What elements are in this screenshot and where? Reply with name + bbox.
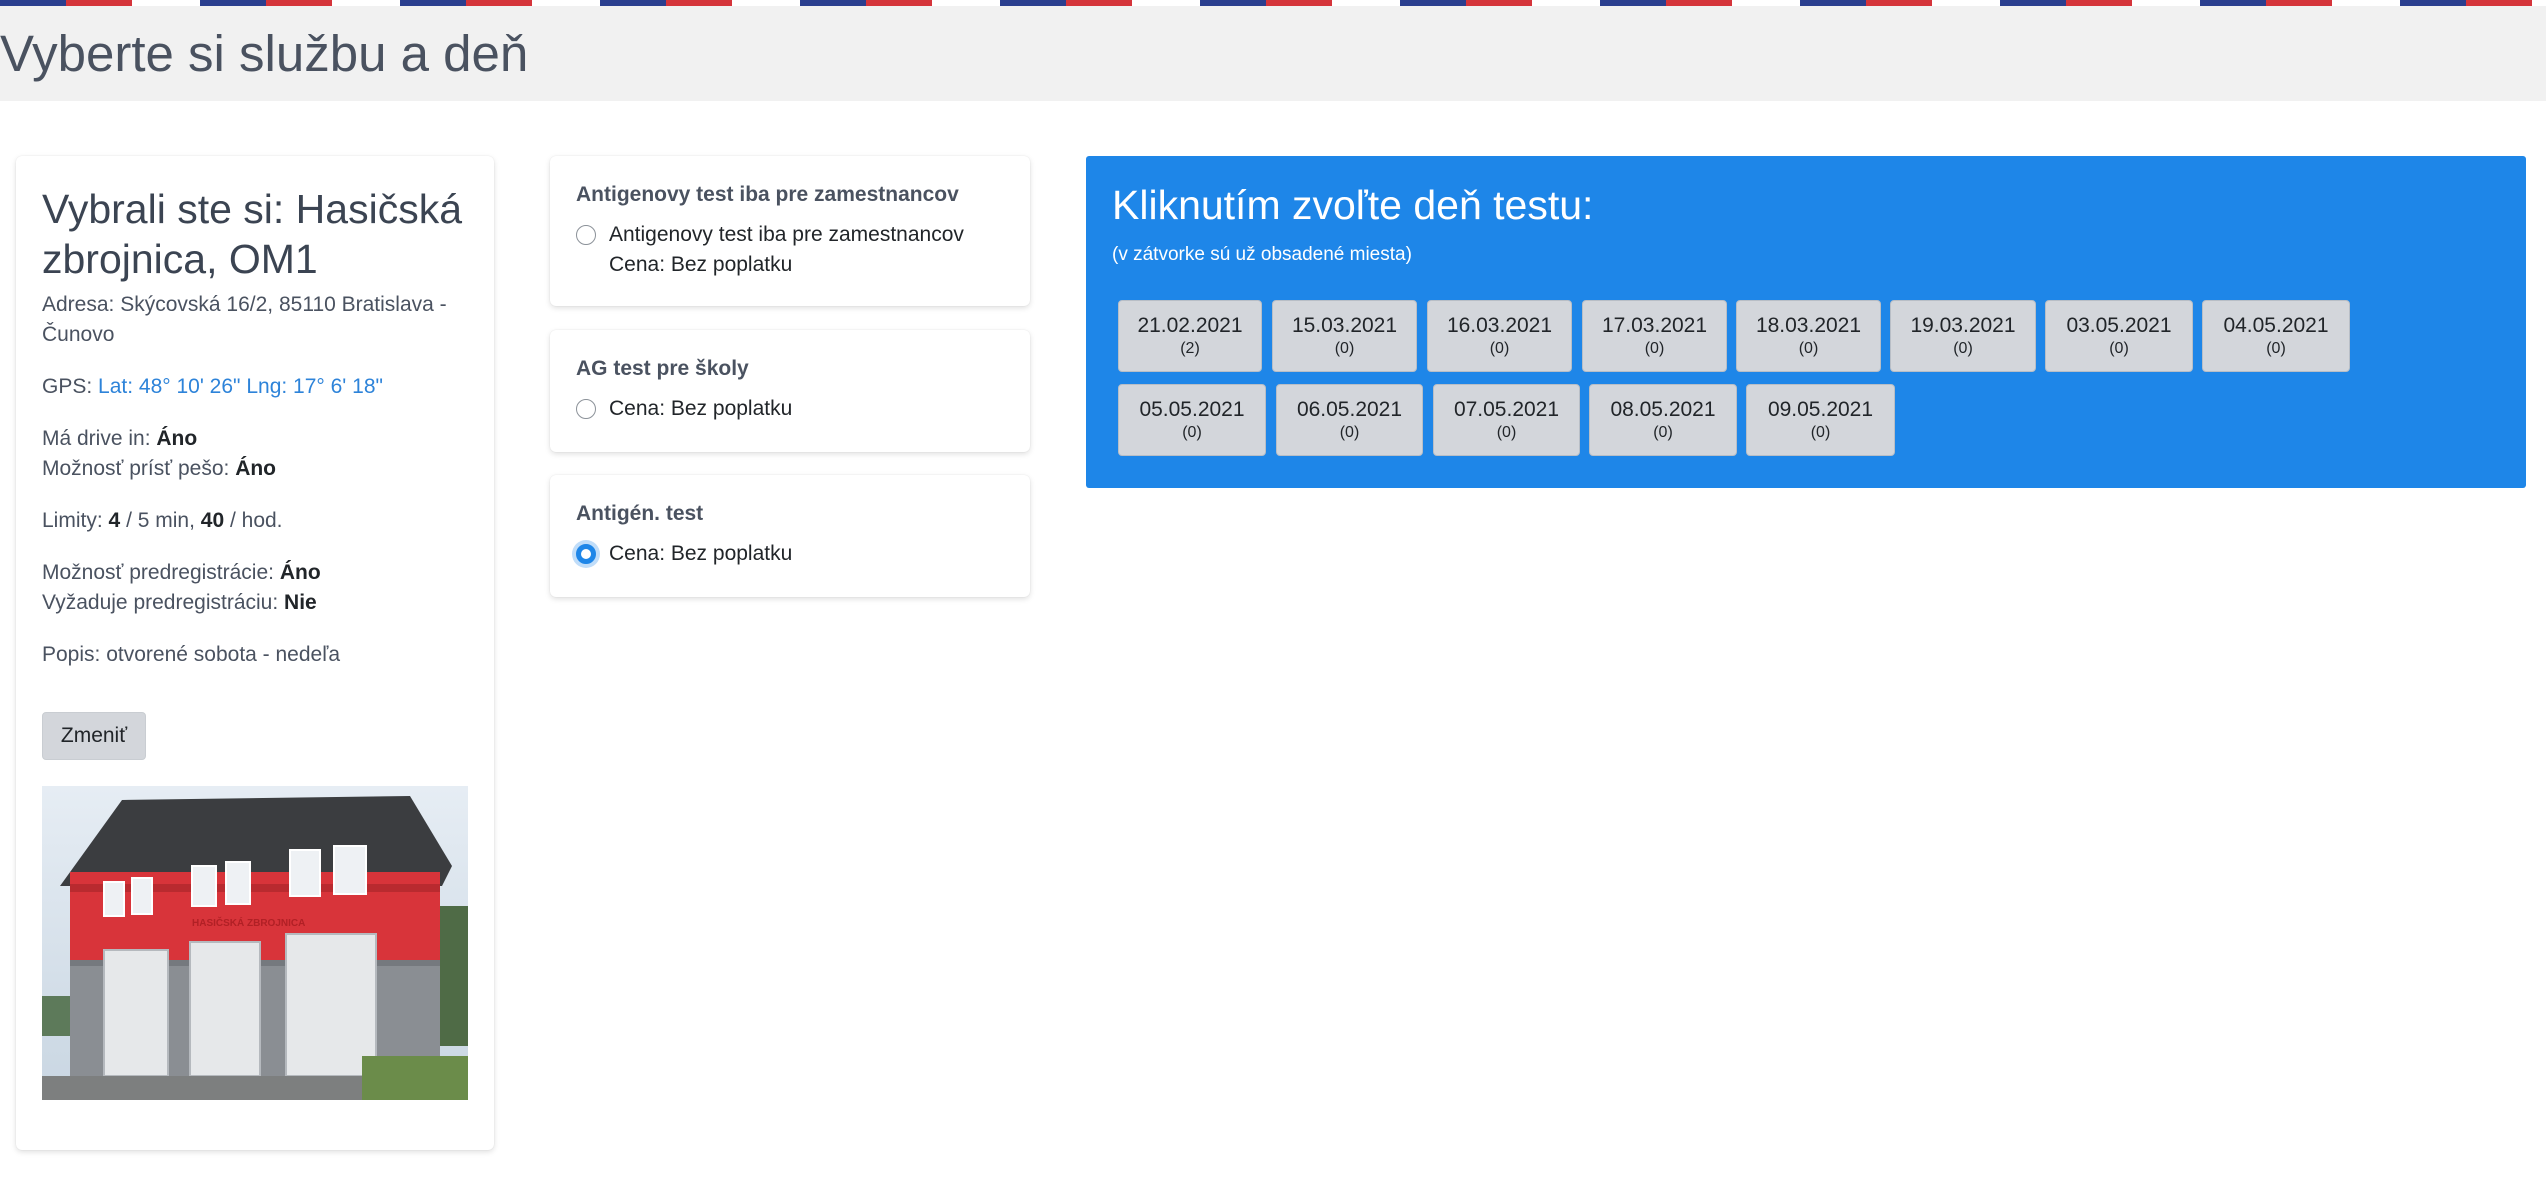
day-date: 08.05.2021	[1610, 398, 1716, 421]
service-option-price[interactable]: Cena: Bez poplatku	[609, 394, 792, 424]
service-card-schools: AG test pre školy Cena: Bez poplatku	[550, 330, 1030, 452]
limits-label: Limity:	[42, 509, 103, 532]
day-booked-count: (2)	[1180, 340, 1200, 357]
day-booked-count: (0)	[2266, 340, 2286, 357]
day-date: 03.05.2021	[2066, 314, 2172, 337]
description-value: otvorené sobota - nedeľa	[106, 643, 341, 666]
day-button[interactable]: 08.05.2021 (0)	[1589, 384, 1737, 456]
service-radio-antigen[interactable]	[576, 544, 596, 564]
service-card-employees: Antigenovy test iba pre zamestnancov Ant…	[550, 156, 1030, 306]
drive-in-label: Má drive in:	[42, 427, 151, 450]
service-option-label[interactable]: Antigenovy test iba pre zamestnancov Cen…	[609, 220, 964, 280]
description-line: Popis: otvorené sobota - nedeľa	[42, 640, 340, 670]
address-value: Skýcovská 16/2, 85110 Bratislava -	[120, 293, 447, 316]
day-selection-panel: Kliknutím zvoľte deň testu: (v zátvorke …	[1086, 156, 2526, 488]
day-date: 21.02.2021	[1137, 314, 1243, 337]
day-booked-count: (0)	[1953, 340, 1973, 357]
service-radio-schools[interactable]	[576, 399, 596, 419]
prereg-label: Možnosť predregistrácie:	[42, 561, 274, 584]
gps-line: GPS: Lat: 48° 10' 26" Lng: 17° 6' 18"	[42, 372, 383, 402]
day-booked-count: (0)	[1798, 340, 1819, 357]
day-date: 07.05.2021	[1453, 398, 1560, 421]
limits-mid: / 5 min,	[126, 509, 195, 532]
day-date: 05.05.2021	[1139, 398, 1245, 421]
day-button[interactable]: 19.03.2021 (0)	[1890, 300, 2036, 372]
service-title: Antigén. test	[576, 502, 704, 525]
fire-station-photo: HASIČSKÁ ZBROJNICA	[42, 786, 468, 1100]
day-booked-count: (0)	[2109, 340, 2129, 357]
drive-in-value: Áno	[156, 427, 198, 450]
address-label: Adresa:	[42, 293, 115, 316]
limits-end: / hod.	[229, 509, 283, 532]
day-date: 04.05.2021	[2223, 314, 2329, 337]
photo-sign-text: HASIČSKÁ ZBROJNICA	[192, 916, 305, 929]
day-date: 19.03.2021	[1910, 314, 2016, 337]
day-button[interactable]: 06.05.2021 (0)	[1276, 384, 1423, 456]
drive-in-line: Má drive in: Áno	[42, 424, 197, 454]
location-card: Vybrali ste si: Hasičská zbrojnica, OM1 …	[16, 156, 494, 1150]
limits-per-5min: 4	[108, 509, 121, 532]
address-line: Adresa: Skýcovská 16/2, 85110 Bratislava…	[42, 290, 447, 320]
day-panel-subtitle: (v zátvorke sú už obsadené miesta)	[1112, 244, 1412, 265]
day-button[interactable]: 04.05.2021 (0)	[2202, 300, 2350, 372]
day-booked-count: (0)	[1644, 340, 1665, 357]
day-button[interactable]: 03.05.2021 (0)	[2045, 300, 2193, 372]
prereg-line: Možnosť predregistrácie: Áno	[42, 558, 321, 588]
service-option-price[interactable]: Cena: Bez poplatku	[609, 539, 792, 569]
page-header: Vyberte si službu a deň	[0, 6, 2546, 101]
day-button[interactable]: 15.03.2021 (0)	[1272, 300, 1417, 372]
day-booked-count: (0)	[1496, 424, 1517, 441]
page-title: Vyberte si službu a deň	[0, 25, 529, 82]
day-booked-count: (0)	[1810, 424, 1831, 441]
service-option-name: Antigenovy test iba pre zamestnancov	[609, 223, 964, 246]
day-button[interactable]: 16.03.2021 (0)	[1427, 300, 1572, 372]
limits-per-hour: 40	[200, 509, 225, 532]
day-button[interactable]: 21.02.2021 (2)	[1118, 300, 1262, 372]
day-date: 15.03.2021	[1291, 314, 1398, 337]
day-date: 16.03.2021	[1446, 314, 1553, 337]
day-button[interactable]: 09.05.2021 (0)	[1746, 384, 1895, 456]
location-title: Vybrali ste si: Hasičská zbrojnica, OM1	[42, 186, 462, 282]
address-line-2: Čunovo	[42, 323, 115, 346]
walk-in-line: Možnosť prísť pešo: Áno	[42, 454, 276, 484]
day-date: 06.05.2021	[1296, 398, 1403, 421]
walk-in-value: Áno	[235, 457, 277, 480]
day-booked-count: (0)	[1489, 340, 1510, 357]
prereg-required-label: Vyžaduje predregistráciu:	[42, 591, 279, 614]
day-booked-count: (0)	[1653, 424, 1673, 441]
description-label: Popis:	[42, 643, 101, 666]
day-button[interactable]: 18.03.2021 (0)	[1736, 300, 1881, 372]
walk-in-label: Možnosť prísť pešo:	[42, 457, 230, 480]
limits-line: Limity: 4 / 5 min, 40 / hod.	[42, 506, 283, 536]
gps-link[interactable]: Lat: 48° 10' 26" Lng: 17° 6' 18"	[98, 375, 383, 398]
service-title: AG test pre školy	[576, 357, 749, 380]
day-date: 18.03.2021	[1755, 314, 1862, 337]
service-radio-employees[interactable]	[576, 225, 596, 245]
day-button[interactable]: 05.05.2021 (0)	[1118, 384, 1266, 456]
service-title: Antigenovy test iba pre zamestnancov	[576, 183, 959, 206]
service-option-price: Cena: Bez poplatku	[609, 253, 793, 276]
day-booked-count: (0)	[1339, 424, 1360, 441]
day-booked-count: (0)	[1334, 340, 1355, 357]
change-location-button[interactable]: Zmeniť	[42, 712, 146, 760]
day-date: 17.03.2021	[1601, 314, 1708, 337]
prereg-value: Áno	[279, 561, 321, 584]
day-button[interactable]: 17.03.2021 (0)	[1582, 300, 1727, 372]
day-booked-count: (0)	[1182, 424, 1202, 441]
prereg-required-line: Vyžaduje predregistráciu: Nie	[42, 588, 317, 618]
prereg-required-value: Nie	[284, 591, 317, 614]
gps-label: GPS:	[42, 375, 93, 398]
service-card-antigen: Antigén. test Cena: Bez poplatku	[550, 475, 1030, 597]
day-date: 09.05.2021	[1767, 398, 1874, 421]
day-button[interactable]: 07.05.2021 (0)	[1433, 384, 1580, 456]
day-panel-title: Kliknutím zvoľte deň testu:	[1112, 182, 1594, 228]
